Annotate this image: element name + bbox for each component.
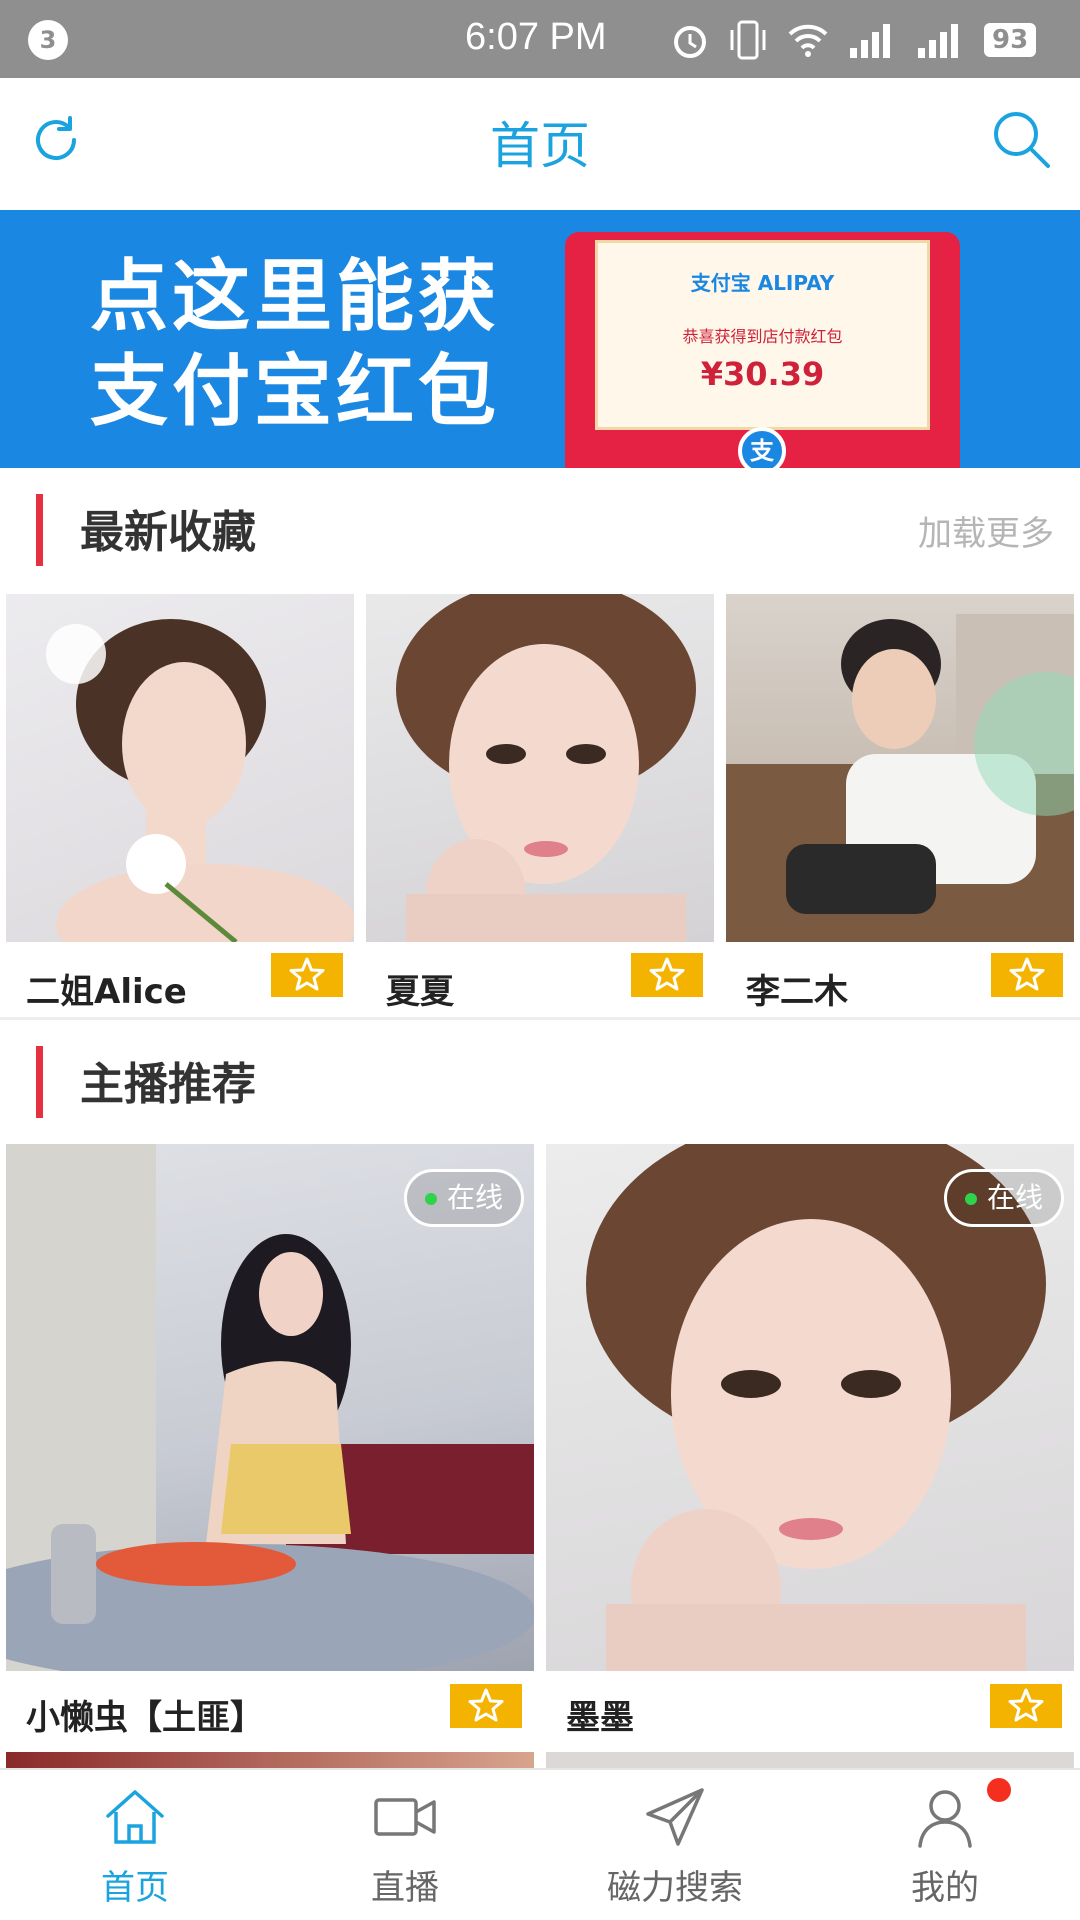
recommended-title: 主播推荐	[80, 1059, 256, 1110]
promo-banner[interactable]: 点这里能获 支付宝红包 支付宝 ALIPAY 恭喜获得到店付款红包 ¥30.39…	[0, 210, 1080, 468]
online-status-badge: 在线	[403, 1169, 524, 1227]
favorite-photo	[726, 594, 1074, 942]
banner-line-1: 点这里能获	[90, 252, 501, 342]
favorite-card[interactable]: 二姐Alice	[6, 594, 354, 1014]
status-time: 6:07 PM	[465, 16, 607, 58]
recommended-section-header: 主播推荐	[0, 1020, 1080, 1138]
nav-item-magnet-search[interactable]: 磁力搜索	[540, 1770, 810, 1920]
section-accent-bar	[36, 1046, 43, 1118]
nav-item-home[interactable]: 首页	[0, 1770, 270, 1920]
envelope-message: 恭喜获得到店付款红包	[682, 327, 843, 346]
app-header: 首页	[0, 78, 1080, 210]
online-status-text: 在线	[986, 1181, 1043, 1214]
video-camera-icon	[374, 1798, 436, 1836]
online-dot-icon	[964, 1193, 977, 1205]
nav-item-live[interactable]: 直播	[270, 1770, 540, 1920]
nav-label: 磁力搜索	[607, 1868, 743, 1908]
favorite-photo	[366, 594, 714, 942]
star-icon[interactable]	[991, 953, 1063, 997]
nav-item-me[interactable]: 我的	[810, 1770, 1080, 1920]
home-icon	[106, 1790, 164, 1844]
bottom-nav: 首页 直播 磁力搜索 我的	[0, 1768, 1080, 1920]
status-bar: 3 6:07 PM 93	[0, 0, 1080, 78]
search-icon[interactable]	[990, 108, 1052, 170]
battery-level: 93	[984, 23, 1037, 57]
online-status-badge: 在线	[943, 1169, 1064, 1227]
anchor-name: 墨墨	[566, 1698, 634, 1738]
envelope-amount: ¥30.39	[700, 355, 825, 393]
nav-label: 直播	[371, 1868, 439, 1908]
section-accent-bar	[36, 494, 43, 566]
anchor-photo: 在线	[546, 1144, 1074, 1671]
alipay-logo: 支付宝 ALIPAY	[690, 271, 835, 295]
signal-2-icon	[918, 24, 958, 58]
nav-label: 我的	[911, 1868, 979, 1908]
wifi-icon	[788, 24, 828, 57]
red-envelope-image: 支付宝 ALIPAY 恭喜获得到店付款红包 ¥30.39 支	[565, 232, 960, 468]
notification-count-badge: 3	[28, 20, 68, 60]
banner-line-2: 支付宝红包	[90, 347, 501, 437]
anchor-card[interactable]: 在线 小懒虫【土匪】	[6, 1144, 534, 1744]
signal-icon	[850, 24, 890, 58]
paper-plane-icon	[646, 1788, 704, 1846]
star-icon[interactable]	[271, 953, 343, 997]
online-dot-icon	[424, 1193, 437, 1205]
load-more-link[interactable]: 加载更多	[918, 506, 1054, 555]
vibrate-icon	[730, 20, 766, 60]
favorite-card[interactable]: 夏夏	[366, 594, 714, 1014]
favorite-photo	[6, 594, 354, 942]
online-status-text: 在线	[446, 1181, 503, 1214]
star-icon[interactable]	[990, 1684, 1062, 1728]
favorite-card[interactable]: 李二木	[726, 594, 1074, 1014]
favorite-name: 二姐Alice	[26, 972, 187, 1012]
alarm-icon	[674, 26, 706, 58]
banner-text: 点这里能获 支付宝红包	[90, 250, 500, 440]
favorite-name: 夏夏	[386, 972, 454, 1012]
notification-dot	[986, 1778, 1011, 1802]
star-icon[interactable]	[631, 953, 703, 997]
anchor-photo: 在线	[6, 1144, 534, 1671]
anchor-name: 小懒虫【土匪】	[26, 1698, 264, 1738]
user-icon	[918, 1790, 972, 1848]
envelope-card: 支付宝 ALIPAY 恭喜获得到店付款红包 ¥30.39	[595, 240, 930, 430]
favorite-name: 李二木	[746, 972, 848, 1012]
status-icons: 93	[670, 18, 1037, 62]
page-title: 首页	[490, 117, 590, 175]
favorites-title: 最新收藏	[80, 507, 256, 558]
nav-label: 首页	[101, 1868, 169, 1908]
alipay-seal-icon: 支	[738, 427, 786, 468]
star-icon[interactable]	[450, 1684, 522, 1728]
favorites-section-header: 最新收藏 加载更多	[0, 468, 1080, 586]
anchor-card[interactable]: 在线 墨墨	[546, 1144, 1074, 1744]
